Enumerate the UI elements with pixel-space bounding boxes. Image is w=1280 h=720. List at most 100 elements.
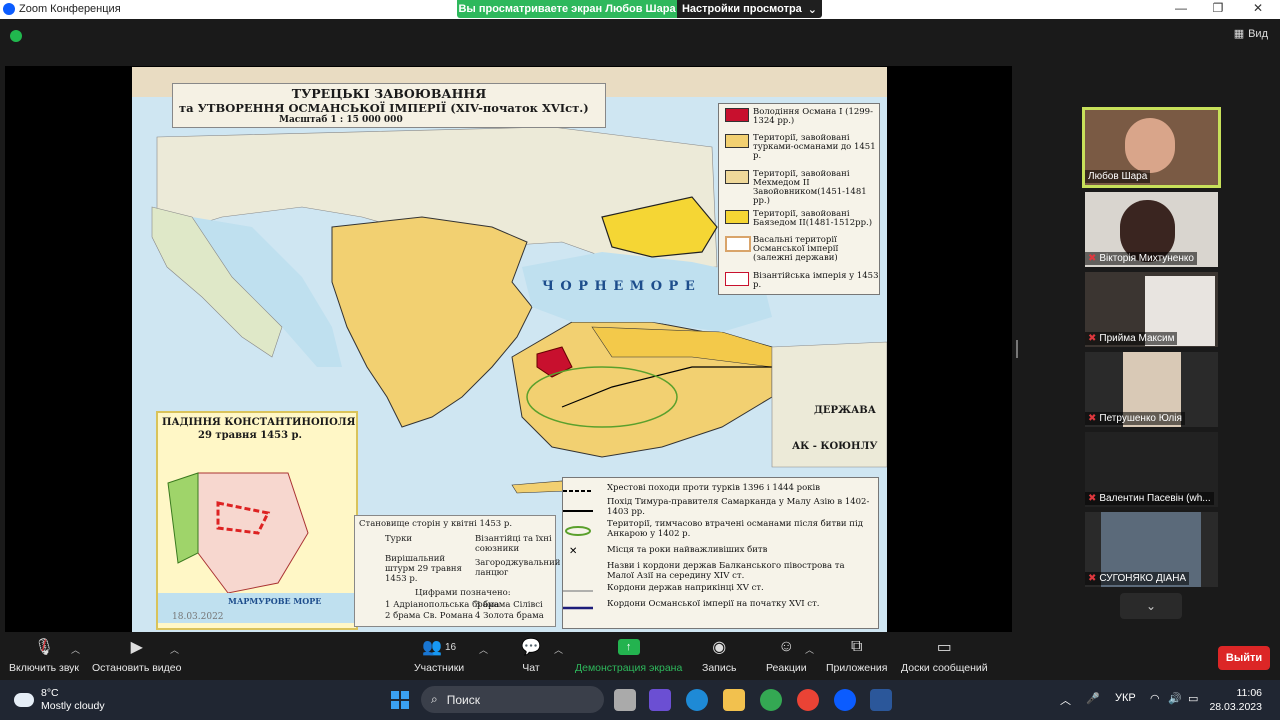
ak-koyunlu-label: АК - КОЮНЛУ: [792, 441, 878, 452]
task-view-icon[interactable]: [614, 689, 636, 711]
participants-options-caret[interactable]: ︿: [479, 643, 488, 656]
participant-name: ✖ Петрушенко Юлія: [1085, 412, 1185, 425]
reactions-options-caret[interactable]: ︿: [805, 643, 814, 656]
chat-button[interactable]: 💬 Чат: [521, 635, 541, 674]
reactions-button[interactable]: ☺ Реакции: [766, 635, 807, 674]
grid-icon: ▦: [1233, 28, 1245, 40]
sides-legend: Становище сторін у квітні 1453 р. Турки …: [354, 515, 561, 627]
participant-tile[interactable]: ✖ Валентин Пасевін (wh...: [1085, 432, 1218, 507]
whiteboards-button[interactable]: ▭ Доски сообщений: [901, 635, 988, 674]
participants-icon: 👥 16: [422, 639, 457, 656]
panel-resize-handle[interactable]: [1016, 340, 1018, 358]
dashed-arrow-icon: [563, 490, 593, 492]
bottom-legend-item: Території, тимчасово втрачені османами п…: [607, 519, 863, 539]
legend-swatch-yellow: [725, 210, 749, 224]
participant-tile[interactable]: ✖ Вікторія Михтуненко: [1085, 192, 1218, 267]
scroll-down-button[interactable]: ⌄: [1120, 593, 1182, 619]
derzhava-label: ДЕРЖАВА: [814, 405, 876, 416]
close-icon[interactable]: ✕: [1248, 1, 1268, 15]
share-screen-button[interactable]: ↑ Демонстрация экрана: [575, 635, 682, 674]
chain-label: Загороджувальний ланцюг: [475, 558, 561, 578]
reactions-icon: ☺: [778, 638, 795, 655]
legend-item: Території, завойовані Баязедом II(1481-1…: [753, 209, 873, 228]
participant-name: ✖ Валентин Пасевін (wh...: [1085, 492, 1214, 505]
weather-widget[interactable]: 8°C Mostly cloudy: [14, 687, 105, 713]
chevron-down-icon: ⌄: [1145, 599, 1157, 613]
participants-label: Участники: [414, 662, 465, 674]
whiteboard-icon: ▭: [936, 639, 952, 656]
record-button[interactable]: ◉ Запись: [702, 635, 736, 674]
legend-item: Території, завойовані турками-османами д…: [753, 133, 876, 161]
gray-line-icon: [563, 590, 593, 592]
view-button[interactable]: ▦ Вид: [1233, 27, 1268, 41]
apps-label: Приложения: [826, 662, 888, 674]
bottom-legend-item: Кордони Османської імперії на початку XV…: [607, 599, 820, 609]
green-ellipse-icon: [565, 526, 591, 536]
avatar: [1125, 118, 1175, 173]
security-shield-icon[interactable]: [10, 30, 22, 42]
word-icon[interactable]: [870, 689, 892, 711]
sides-title: Становище сторін у квітні 1453 р.: [359, 519, 513, 529]
chat-options-caret[interactable]: ︿: [554, 643, 563, 656]
legend-item: Території, завойовані Мехмедом II Завойо…: [753, 169, 867, 206]
legend-swatch-red: [725, 108, 749, 122]
microphone-icon[interactable]: 🎤: [1086, 692, 1100, 705]
participants-button[interactable]: 👥 16 Участники: [414, 635, 464, 674]
participant-name: ✖ СУГОНЯКО ДІАНА: [1085, 572, 1190, 585]
apps-button[interactable]: ⧉ Приложения: [826, 635, 887, 674]
clock[interactable]: 11:06 28.03.2023: [1209, 686, 1262, 714]
share-screen-label: Демонстрация экрана: [575, 662, 683, 674]
participant-tile[interactable]: ✖ Прийма Максим: [1085, 272, 1218, 347]
stop-video-label: Остановить видео: [92, 662, 182, 674]
leave-button[interactable]: Выйти: [1218, 646, 1270, 670]
mic-off-icon: ✖: [1088, 413, 1097, 424]
clock-date: 28.03.2023: [1209, 701, 1262, 713]
chrome-icon[interactable]: [760, 689, 782, 711]
chat-icon: 💬: [521, 639, 541, 656]
legend-swatch-vassal: [725, 236, 751, 252]
map-title-line1: ТУРЕЦЬКІ ЗАВОЮВАННЯ: [291, 86, 487, 101]
apps-icon: ⧉: [851, 638, 863, 655]
shared-screen: ТУРЕЦЬКІ ЗАВОЮВАННЯ та УТВОРЕННЯ ОСМАНСЬ…: [5, 66, 1012, 632]
windows-start-icon[interactable]: [391, 691, 409, 709]
battery-icon[interactable]: ▭: [1188, 692, 1198, 705]
windows-taskbar: 8°C Mostly cloudy ⌕ Поиск ︿ 🎤 УКР ◠ 🔊 ▭ …: [0, 680, 1280, 720]
storm-label: Вирішальний штурм 29 травня 1453 р.: [385, 554, 462, 584]
participant-tile[interactable]: Любов Шара: [1082, 107, 1221, 188]
language-indicator[interactable]: УКР: [1115, 692, 1136, 704]
record-label: Запись: [702, 662, 737, 674]
taskbar-search[interactable]: ⌕ Поиск: [421, 686, 604, 713]
chrome-profile-icon[interactable]: [797, 689, 819, 711]
inset-title: ПАДІННЯ КОНСТАНТИНОПОЛЯ: [162, 417, 356, 428]
minimize-icon[interactable]: —: [1171, 1, 1191, 15]
search-icon: ⌕: [431, 692, 438, 706]
unmute-button[interactable]: 🎙 / Включить звук: [9, 635, 79, 674]
whiteboards-label: Доски сообщений: [901, 662, 988, 674]
map-legend: Володіння Османа I (1299-1324 рр.) Терит…: [718, 103, 880, 295]
zoom-taskbar-icon[interactable]: [834, 689, 856, 711]
routes-legend: Хрестові походи проти турків 1396 і 1444…: [562, 477, 879, 629]
participant-name: ✖ Прийма Максим: [1085, 332, 1178, 345]
participant-tile[interactable]: ✖ Петрушенко Юлія: [1085, 352, 1218, 427]
edge-icon[interactable]: [686, 689, 708, 711]
video-options-caret[interactable]: ︿: [170, 643, 179, 656]
wifi-icon[interactable]: ◠: [1150, 692, 1160, 705]
participant-tile[interactable]: ✖ СУГОНЯКО ДІАНА: [1085, 512, 1218, 587]
volume-icon[interactable]: 🔊: [1168, 692, 1182, 705]
mic-off-icon: ✖: [1088, 493, 1097, 504]
tray-chevron-icon[interactable]: ︿: [1060, 692, 1071, 708]
date-stamp: 18.03.2022: [172, 612, 224, 622]
file-explorer-icon[interactable]: [723, 689, 745, 711]
maximize-icon[interactable]: ❐: [1208, 1, 1228, 15]
reactions-label: Реакции: [766, 662, 807, 674]
teams-icon[interactable]: [649, 689, 671, 711]
mic-off-icon: ✖: [1088, 333, 1097, 344]
window-titlebar: Zoom Конференция Вы просматриваете экран…: [0, 0, 1280, 19]
legend-item: Васальні території Османської імперії (з…: [753, 235, 839, 263]
audio-options-caret[interactable]: ︿: [71, 643, 80, 656]
view-options-button[interactable]: Настройки просмотра ⌄: [677, 0, 822, 18]
navy-line-icon: [563, 606, 593, 610]
share-screen-icon: ↑: [617, 639, 640, 655]
stop-video-button[interactable]: ▶ Остановить видео: [92, 635, 181, 674]
turks-label: Турки: [385, 534, 413, 544]
